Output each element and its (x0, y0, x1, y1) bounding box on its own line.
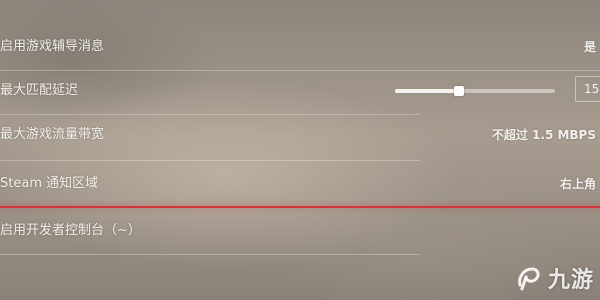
setting-label: 启用开发者控制台（~） (0, 223, 141, 238)
setting-row-max-bandwidth[interactable]: 最大游戏流量带宽 不超过 1.5 MBPS (0, 112, 600, 158)
game-settings-panel: 启用游戏辅导消息 是 最大匹配延迟 150 最大游戏流量带宽 不超过 1.5 M… (0, 0, 600, 300)
max-match-ping-input[interactable]: 150 (575, 76, 600, 102)
setting-row-steam-notification[interactable]: Steam 通知区域 右上角 (0, 161, 600, 207)
watermark: 九游 (514, 262, 594, 294)
setting-label: Steam 通知区域 (0, 176, 99, 191)
setting-row-developer-console[interactable]: 启用开发者控制台（~） (0, 208, 600, 254)
setting-value-dropdown[interactable]: 不超过 1.5 MBPS (492, 112, 596, 158)
slider-thumb[interactable] (454, 86, 464, 96)
nine-game-logo-icon (518, 267, 540, 291)
setting-label: 最大匹配延迟 (0, 83, 79, 98)
setting-value-dropdown[interactable]: 是 (584, 24, 596, 70)
setting-label: 启用游戏辅导消息 (0, 39, 105, 54)
setting-value-dropdown[interactable]: 右上角 (560, 161, 596, 207)
setting-row-coaching-messages[interactable]: 启用游戏辅导消息 是 (0, 24, 600, 70)
setting-label: 最大游戏流量带宽 (0, 127, 105, 142)
slider-fill (395, 89, 459, 93)
watermark-text: 九游 (547, 268, 594, 293)
row-divider (0, 254, 420, 255)
max-match-ping-slider[interactable] (395, 86, 555, 96)
